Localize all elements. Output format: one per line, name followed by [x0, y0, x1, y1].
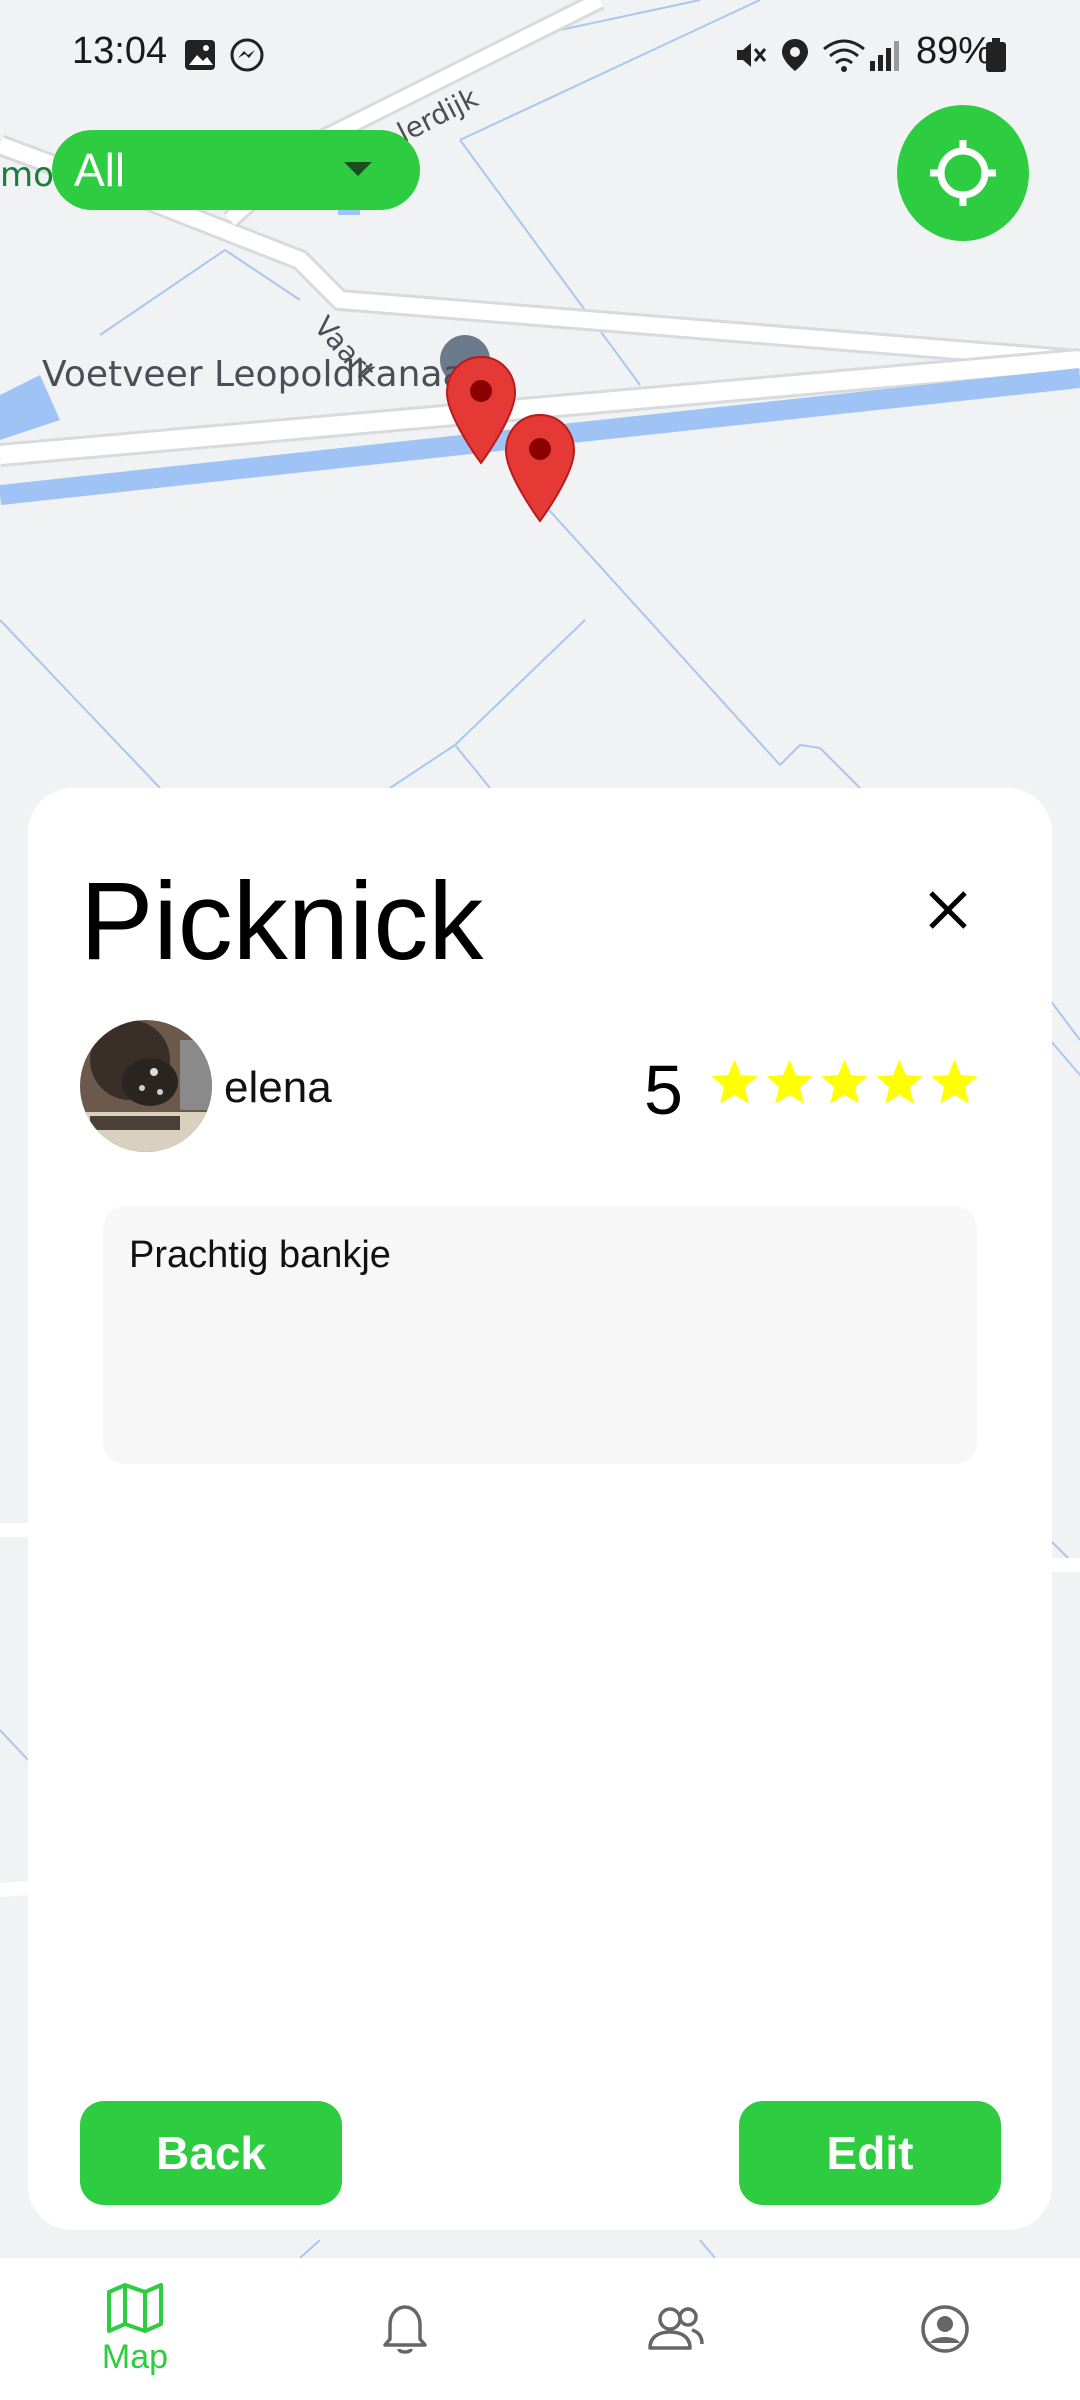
map-label-place: Voetveer Leopoldkanaal: [42, 354, 475, 395]
nav-item-friends[interactable]: [540, 2258, 810, 2400]
people-icon: [648, 2307, 704, 2350]
messenger-icon: [230, 38, 264, 72]
status-bar: 13:04 89%: [0, 0, 1080, 110]
rating-value: 5: [644, 1051, 683, 1129]
gallery-icon: [185, 40, 215, 70]
mute-icon: [737, 43, 767, 67]
star-icon: [876, 1059, 923, 1104]
status-time: 13:04: [72, 30, 168, 72]
category-filter-dropdown[interactable]: All: [52, 130, 420, 210]
battery-percent: 89%: [915, 30, 992, 72]
nav-item-map[interactable]: Map: [0, 2258, 270, 2400]
my-location-button[interactable]: [897, 105, 1029, 241]
spot-title: Picknick: [80, 860, 484, 983]
signal-icon: [870, 41, 899, 71]
profile-icon: [921, 2305, 969, 2353]
location-icon: [782, 39, 808, 71]
description-text: Prachtig bankje: [129, 1234, 391, 1276]
star-icon: [931, 1059, 978, 1104]
star-icon: [711, 1059, 758, 1104]
chevron-down-icon: [344, 162, 372, 176]
author-name: elena: [224, 1063, 332, 1112]
close-icon: [929, 891, 967, 929]
nav-item-notifications[interactable]: [270, 2258, 540, 2400]
battery-icon: [986, 38, 1006, 72]
edit-button[interactable]: Edit: [739, 2101, 1001, 2205]
map-icon: [107, 2282, 163, 2333]
description-box: Prachtig bankje: [103, 1206, 977, 1464]
back-button[interactable]: Back: [80, 2101, 342, 2205]
spot-detail-card: Picknick elena 5 Prachtig bankje Back Ed…: [28, 788, 1052, 2230]
map-pin-icon[interactable]: [504, 413, 576, 523]
star-rating: [708, 1056, 981, 1109]
close-button[interactable]: [908, 870, 988, 950]
star-icon: [821, 1059, 868, 1104]
wifi-icon: [823, 39, 865, 72]
nav-item-profile[interactable]: [810, 2258, 1080, 2400]
bell-icon: [383, 2305, 427, 2354]
avatar: [80, 1020, 212, 1152]
nav-item-label: Map: [101, 2337, 169, 2376]
filter-selected-value: All: [74, 144, 126, 196]
star-icon: [766, 1059, 813, 1104]
bottom-navigation: Map: [0, 2258, 1080, 2400]
crosshair-icon: [930, 140, 996, 206]
